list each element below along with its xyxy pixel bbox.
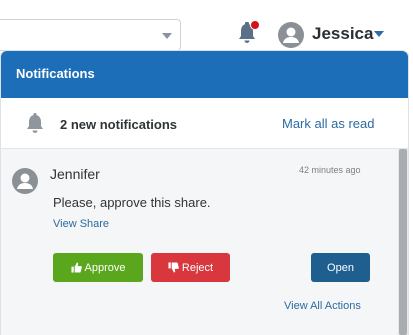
search-select[interactable] [0, 19, 181, 51]
thumbs-down-icon [168, 262, 179, 273]
bell-icon [27, 113, 43, 133]
chevron-down-icon[interactable] [374, 31, 384, 37]
reject-label: Reject [181, 261, 214, 274]
panel-header: Notifications [1, 51, 408, 98]
user-avatar-icon[interactable] [278, 22, 304, 48]
notifications-summary: 2 new notifications Mark all as read [1, 98, 408, 149]
view-all-actions-link[interactable]: View All Actions [284, 299, 361, 313]
notification-sender: Jennifer [50, 166, 100, 182]
user-name[interactable]: Jessica [312, 24, 373, 44]
open-button[interactable]: Open [311, 253, 370, 282]
notification-message: Please, approve this share. [53, 195, 211, 210]
top-bar: Jessica [0, 0, 413, 51]
thumbs-up-icon [70, 262, 82, 273]
notification-badge [250, 20, 260, 30]
approve-button[interactable]: Approve [53, 253, 143, 282]
user-avatar-icon [12, 168, 38, 194]
new-notifications-count: 2 new notifications [60, 117, 178, 132]
notifications-panel: Notifications 2 new notifications Mark a… [1, 51, 408, 335]
approve-label: Approve [84, 261, 126, 274]
reject-button[interactable]: Reject [151, 253, 230, 282]
panel-title: Notifications [16, 66, 95, 81]
mark-all-read-link[interactable]: Mark all as read [282, 116, 374, 132]
chevron-down-icon[interactable] [162, 33, 172, 39]
open-label: Open [327, 261, 354, 274]
scrollbar-thumb[interactable] [399, 149, 407, 335]
view-share-link[interactable]: View Share [53, 217, 109, 231]
notification-time: 42 minutes ago [299, 165, 361, 175]
